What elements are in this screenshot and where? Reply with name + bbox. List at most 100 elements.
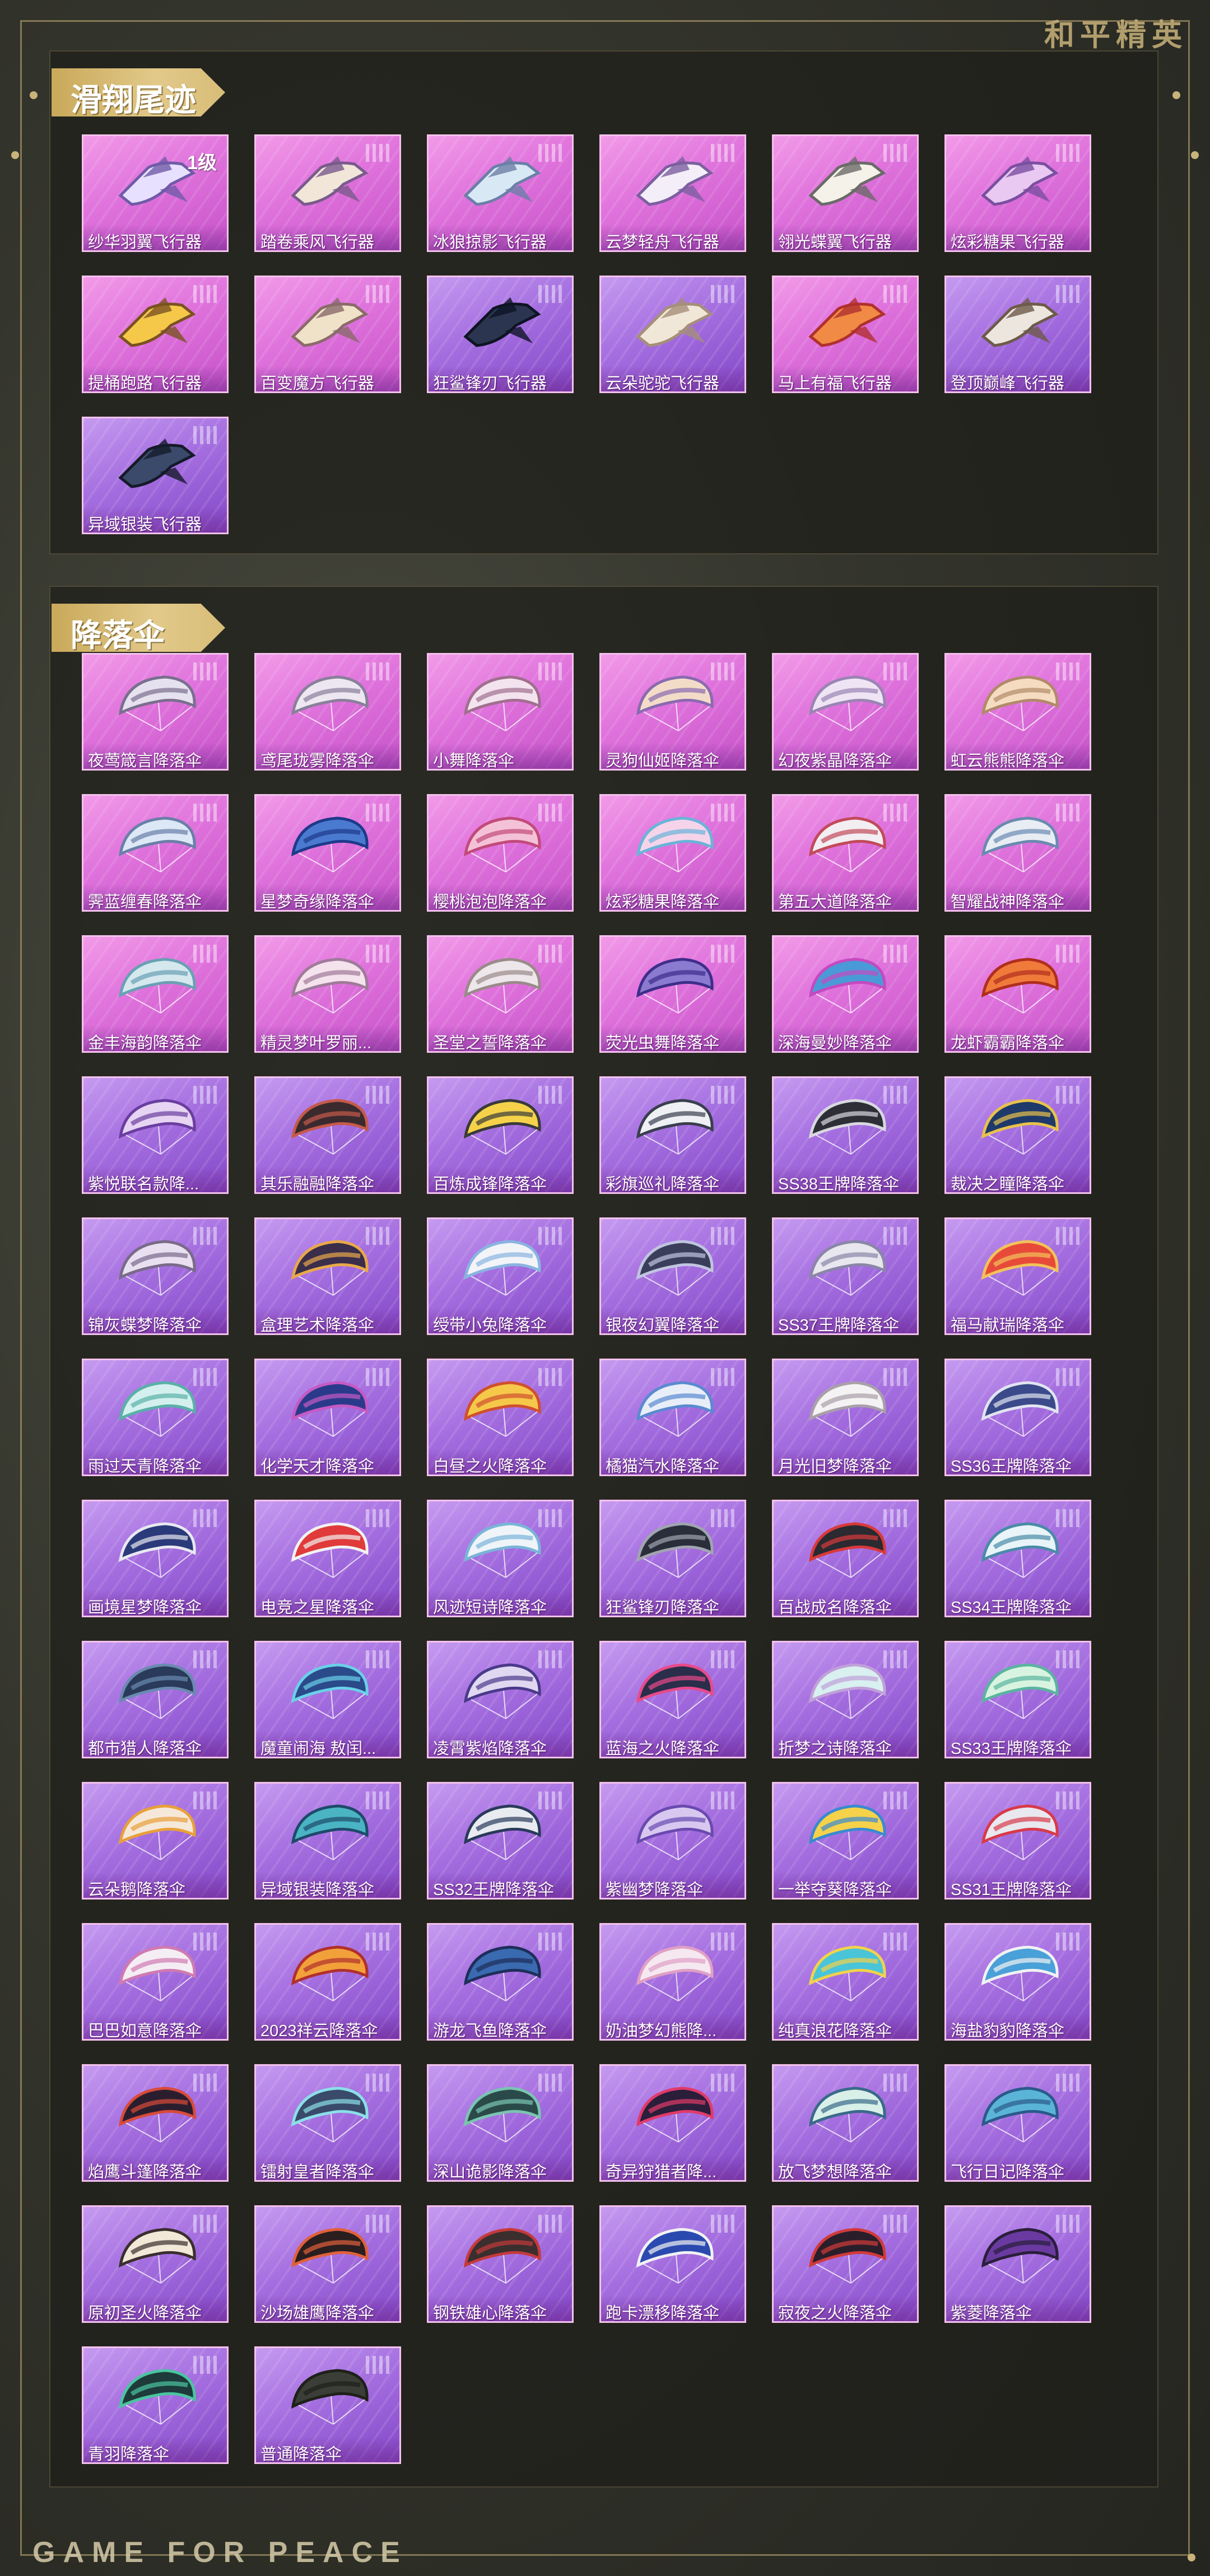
- parachute-item-card[interactable]: 深海曼妙降落伞: [772, 935, 919, 1053]
- parachute-item-card[interactable]: 凌霄紫焰降落伞: [427, 1641, 574, 1758]
- parachute-icon: [808, 1804, 886, 1860]
- parachute-item-card[interactable]: 彩旗巡礼降落伞: [599, 1076, 746, 1194]
- parachute-item-card[interactable]: 小舞降落伞: [427, 653, 574, 771]
- parachute-item-card[interactable]: 画境星梦降落伞: [82, 1500, 229, 1617]
- parachute-item-card[interactable]: 龙虾霸霸降落伞: [944, 935, 1091, 1053]
- parachute-item-card[interactable]: 锦灰蝶梦降落伞: [82, 1217, 229, 1335]
- parachute-item-card[interactable]: 鸢尾珑雾降落伞: [254, 653, 401, 771]
- rarity-bar: [904, 662, 907, 680]
- glider-item-card[interactable]: 狂鲨锋刃飞行器: [427, 276, 574, 393]
- parachute-item-card[interactable]: 圣堂之誓降落伞: [427, 935, 574, 1053]
- parachute-item-card[interactable]: 异域银装降落伞: [254, 1782, 401, 1900]
- parachute-item-card[interactable]: 云朵鹅降落伞: [82, 1782, 229, 1900]
- glider-item-card[interactable]: 踏卷乘风飞行器: [254, 134, 401, 252]
- parachute-item-card[interactable]: 霁蓝缠春降落伞: [82, 794, 229, 912]
- glider-item-card[interactable]: 云朵驼驼飞行器: [599, 276, 746, 393]
- parachute-item-card[interactable]: 原初圣火降落伞: [82, 2205, 229, 2323]
- parachute-item-card[interactable]: 飞行日记降落伞: [944, 2064, 1091, 2182]
- parachute-item-card[interactable]: 精灵梦叶罗丽...: [254, 935, 401, 1053]
- parachute-item-card[interactable]: SS33王牌降落伞: [944, 1641, 1091, 1758]
- parachute-item-card[interactable]: 虹云熊熊降落伞: [944, 653, 1091, 771]
- item-name: SS31王牌降落伞: [946, 1872, 1090, 1898]
- parachute-icon: [291, 2228, 369, 2284]
- parachute-icon: [463, 958, 541, 1014]
- parachute-item-card[interactable]: 福马献瑞降落伞: [944, 1217, 1091, 1335]
- parachute-item-card[interactable]: 炫彩糖果降落伞: [599, 794, 746, 912]
- glider-item-card[interactable]: 登顶巅峰飞行器: [944, 276, 1091, 393]
- parachute-item-card[interactable]: 一举夺葵降落伞: [772, 1782, 919, 1900]
- parachute-item-card[interactable]: 都市猎人降落伞: [82, 1641, 229, 1758]
- parachute-icon: [118, 1381, 196, 1437]
- parachute-item-card[interactable]: 百战成名降落伞: [772, 1500, 919, 1617]
- parachute-item-card[interactable]: SS36王牌降落伞: [944, 1359, 1091, 1476]
- parachute-item-card[interactable]: 橘猫汽水降落伞: [599, 1359, 746, 1476]
- parachute-item-card[interactable]: 樱桃泡泡降落伞: [427, 794, 574, 912]
- glider-item-card[interactable]: 1级 纱华羽翼飞行器: [82, 134, 229, 252]
- parachute-icon: [981, 1099, 1059, 1155]
- parachute-item-card[interactable]: 折梦之诗降落伞: [772, 1641, 919, 1758]
- parachute-item-card[interactable]: 其乐融融降落伞: [254, 1076, 401, 1194]
- glider-item-card[interactable]: 异域银装飞行器: [82, 417, 229, 534]
- parachute-item-card[interactable]: 第五大道降落伞: [772, 794, 919, 912]
- parachute-item-card[interactable]: 跑卡漂移降落伞: [599, 2205, 746, 2323]
- parachute-item-card[interactable]: 电竞之星降落伞: [254, 1500, 401, 1617]
- parachute-item-card[interactable]: 青羽降落伞: [82, 2346, 229, 2464]
- parachute-item-card[interactable]: 巴巴如意降落伞: [82, 1923, 229, 2041]
- parachute-item-card[interactable]: 紫幽梦降落伞: [599, 1782, 746, 1900]
- parachute-item-card[interactable]: SS38王牌降落伞: [772, 1076, 919, 1194]
- parachute-item-card[interactable]: 金丰海韵降落伞: [82, 935, 229, 1053]
- glider-item-card[interactable]: 翎光蝶翼飞行器: [772, 134, 919, 252]
- parachute-item-card[interactable]: 化学天才降落伞: [254, 1359, 401, 1476]
- glider-item-card[interactable]: 炫彩糖果飞行器: [944, 134, 1091, 252]
- parachute-item-card[interactable]: 纯真浪花降落伞: [772, 1923, 919, 2041]
- glider-item-card[interactable]: 冰狼掠影飞行器: [427, 134, 574, 252]
- parachute-item-card[interactable]: 狂鲨锋刃降落伞: [599, 1500, 746, 1617]
- parachute-item-card[interactable]: 2023祥云降落伞: [254, 1923, 401, 2041]
- parachute-item-card[interactable]: 镭射皇者降落伞: [254, 2064, 401, 2182]
- parachute-item-card[interactable]: 白昼之火降落伞: [427, 1359, 574, 1476]
- rarity-bar: [897, 662, 900, 680]
- item-name: 百战成名降落伞: [774, 1590, 917, 1616]
- parachute-item-card[interactable]: 幻夜紫晶降落伞: [772, 653, 919, 771]
- parachute-item-card[interactable]: 寂夜之火降落伞: [772, 2205, 919, 2323]
- item-name: 异域银装飞行器: [83, 507, 227, 533]
- parachute-item-card[interactable]: 海盐豹豹降落伞: [944, 1923, 1091, 2041]
- parachute-item-card[interactable]: 裁决之瞳降落伞: [944, 1076, 1091, 1194]
- parachute-item-card[interactable]: SS31王牌降落伞: [944, 1782, 1091, 1900]
- rarity-bar: [724, 1368, 728, 1386]
- parachute-item-card[interactable]: 魔童闹海 敖闰...: [254, 1641, 401, 1758]
- parachute-item-card[interactable]: SS32王牌降落伞: [427, 1782, 574, 1900]
- glider-item-card[interactable]: 提桶跑路飞行器: [82, 276, 229, 393]
- parachute-item-card[interactable]: 深山诡影降落伞: [427, 2064, 574, 2182]
- parachute-item-card[interactable]: 普通降落伞: [254, 2346, 401, 2464]
- parachute-item-card[interactable]: 盒理艺术降落伞: [254, 1217, 401, 1335]
- glider-item-card[interactable]: 马上有福飞行器: [772, 276, 919, 393]
- parachute-item-card[interactable]: 夜莺箴言降落伞: [82, 653, 229, 771]
- parachute-item-card[interactable]: SS37王牌降落伞: [772, 1217, 919, 1335]
- parachute-item-card[interactable]: 风迹短诗降落伞: [427, 1500, 574, 1617]
- parachute-item-card[interactable]: 放飞梦想降落伞: [772, 2064, 919, 2182]
- parachute-item-card[interactable]: 灵狗仙姬降落伞: [599, 653, 746, 771]
- parachute-item-card[interactable]: 蓝海之火降落伞: [599, 1641, 746, 1758]
- parachute-item-card[interactable]: 钢铁雄心降落伞: [427, 2205, 574, 2323]
- parachute-item-card[interactable]: 星梦奇缘降落伞: [254, 794, 401, 912]
- glider-item-card[interactable]: 百变魔方飞行器: [254, 276, 401, 393]
- parachute-item-card[interactable]: 百炼成锋降落伞: [427, 1076, 574, 1194]
- glider-item-card[interactable]: 云梦轻舟飞行器: [599, 134, 746, 252]
- parachute-item-card[interactable]: 智耀战神降落伞: [944, 794, 1091, 912]
- parachute-item-card[interactable]: 游龙飞鱼降落伞: [427, 1923, 574, 2041]
- rarity-bar: [897, 1791, 900, 1809]
- rarity-bar: [897, 945, 900, 963]
- parachute-item-card[interactable]: 月光旧梦降落伞: [772, 1359, 919, 1476]
- parachute-item-card[interactable]: 银夜幻翼降落伞: [599, 1217, 746, 1335]
- parachute-item-card[interactable]: 紫悦联名款降...: [82, 1076, 229, 1194]
- parachute-item-card[interactable]: 紫菱降落伞: [944, 2205, 1091, 2323]
- parachute-item-card[interactable]: 绶带小兔降落伞: [427, 1217, 574, 1335]
- parachute-item-card[interactable]: 雨过天青降落伞: [82, 1359, 229, 1476]
- parachute-item-card[interactable]: 奶油梦幻熊降...: [599, 1923, 746, 2041]
- parachute-item-card[interactable]: 焰鹰斗篷降落伞: [82, 2064, 229, 2182]
- parachute-item-card[interactable]: 荧光虫舞降落伞: [599, 935, 746, 1053]
- parachute-item-card[interactable]: SS34王牌降落伞: [944, 1500, 1091, 1617]
- parachute-item-card[interactable]: 奇异狩猎者降...: [599, 2064, 746, 2182]
- parachute-item-card[interactable]: 沙场雄鹰降落伞: [254, 2205, 401, 2323]
